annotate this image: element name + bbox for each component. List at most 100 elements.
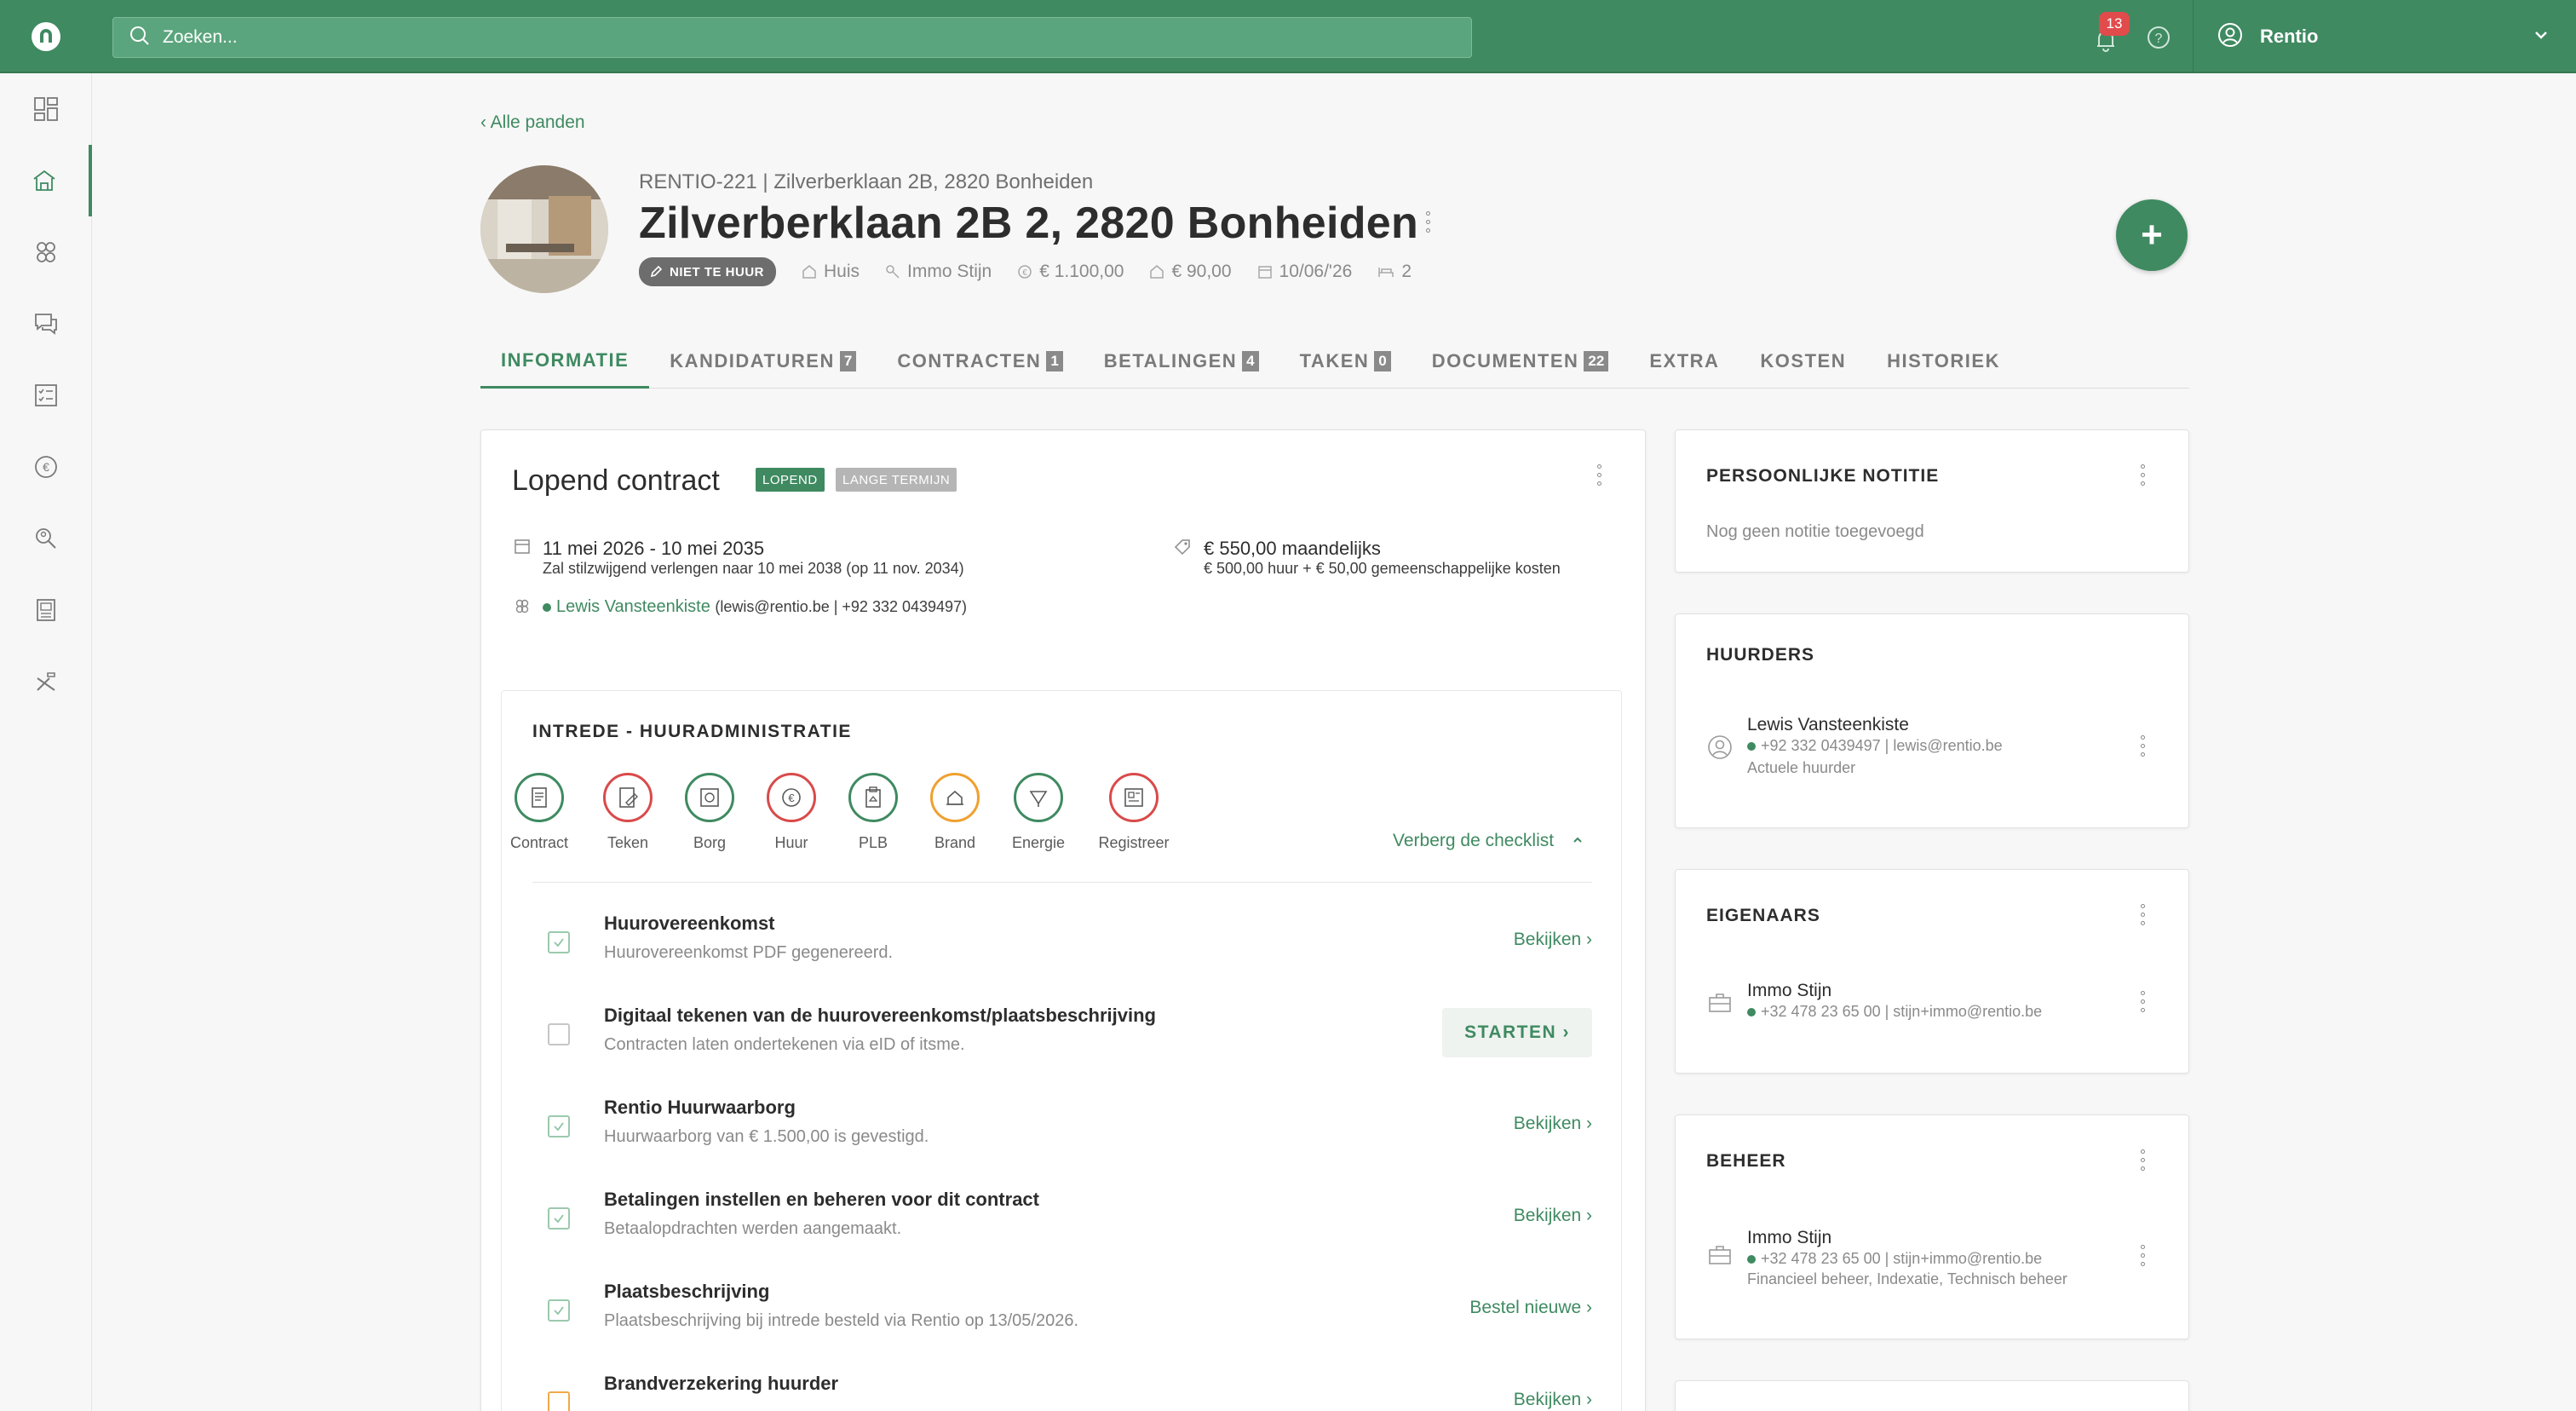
sidebar-item-dashboard[interactable] — [0, 73, 92, 145]
status-badge[interactable]: NIET TE HUUR — [639, 257, 776, 286]
tasks-icon — [35, 384, 57, 406]
notifications-count-badge[interactable]: 13 — [2099, 12, 2130, 36]
tenant-menu-icon[interactable] — [2139, 735, 2146, 757]
svg-text:€: € — [788, 792, 795, 804]
tenant-link[interactable]: Lewis Vansteenkiste — [556, 597, 710, 616]
step-borg[interactable]: Borg — [676, 773, 744, 852]
step-teken[interactable]: Teken — [594, 773, 662, 852]
top-bar: Zoeken... 13 ? Rentio — [0, 0, 2576, 73]
property-menu-icon[interactable] — [1424, 211, 1431, 233]
step-registreer[interactable]: Registreer — [1098, 773, 1170, 852]
checklist-item: Huurovereenkomst Huurovereenkomst PDF ge… — [532, 901, 1592, 993]
personal-note-card: PERSOONLIJKE NOTITIE Nog geen notitie to… — [1675, 429, 2189, 573]
contract-price-note: € 500,00 huur + € 50,00 gemeenschappelij… — [1204, 560, 1561, 577]
view-link[interactable]: Bekijken › — [1514, 1206, 1592, 1226]
search-users-icon — [36, 528, 56, 549]
calendar-icon — [1257, 266, 1272, 279]
sidebar: € — [0, 73, 92, 1411]
tab-historiek[interactable]: HISTORIEK — [1866, 334, 2021, 389]
checklist-title: INTREDE - HUURADMINISTRATIE — [532, 722, 852, 741]
energy-step-icon — [1014, 773, 1063, 822]
tab-kandidaturen[interactable]: KANDIDATUREN 7 — [649, 334, 877, 389]
note-title: PERSOONLIJKE NOTITIE — [1706, 466, 1940, 486]
management-menu-icon[interactable] — [2139, 1149, 2146, 1171]
tenant-name[interactable]: Lewis Vansteenkiste — [1747, 715, 1909, 735]
svg-text:€: € — [1022, 268, 1027, 278]
start-button[interactable]: STARTEN › — [1442, 1008, 1592, 1057]
chevron-down-icon — [2532, 26, 2550, 49]
sidebar-item-properties[interactable] — [0, 145, 92, 216]
chat-icon — [35, 314, 57, 335]
tab-betalingen[interactable]: BETALINGEN 4 — [1084, 334, 1279, 389]
view-link[interactable]: Bekijken › — [1514, 1390, 1592, 1410]
owners-menu-icon[interactable] — [2139, 904, 2146, 925]
checkbox-checked[interactable] — [548, 1207, 570, 1230]
step-energie[interactable]: Energie — [1004, 773, 1072, 852]
tab-taken[interactable]: TAKEN 0 — [1279, 334, 1412, 389]
step-huur[interactable]: € Huur — [757, 773, 825, 852]
contract-menu-icon[interactable] — [1596, 464, 1602, 486]
inspection-step-icon — [848, 773, 898, 822]
contract-period: 11 mei 2026 - 10 mei 2035 — [543, 538, 765, 559]
tab-extra[interactable]: EXTRA — [1629, 334, 1739, 389]
checkbox-checked[interactable] — [548, 931, 570, 953]
owner-menu-icon[interactable] — [2139, 991, 2146, 1012]
sidebar-item-messages[interactable] — [0, 288, 92, 360]
search-input[interactable]: Zoeken... — [112, 17, 1472, 58]
owner-name[interactable]: Immo Stijn — [1747, 981, 1831, 1001]
step-brand[interactable]: Brand — [921, 773, 989, 852]
contract-title: Lopend contract — [512, 464, 720, 497]
svg-text:?: ? — [2155, 32, 2163, 46]
back-to-properties-link[interactable]: ‹ Alle panden — [480, 112, 585, 133]
checkbox-checked[interactable] — [548, 1299, 570, 1322]
manager-name[interactable]: Immo Stijn — [1747, 1228, 1831, 1248]
tab-informatie[interactable]: INFORMATIE — [480, 334, 650, 389]
view-link[interactable]: Bekijken › — [1514, 1114, 1592, 1134]
tenants-card: HUURDERS Lewis Vansteenkiste +92 332 043… — [1675, 613, 2189, 828]
view-link[interactable]: Bekijken › — [1514, 930, 1592, 950]
additional-card — [1675, 1380, 2189, 1411]
note-menu-icon[interactable] — [2139, 464, 2146, 486]
search-icon — [129, 25, 151, 51]
sidebar-item-contacts[interactable] — [0, 216, 92, 288]
online-status-dot — [1747, 1008, 1756, 1017]
checkbox-warning[interactable] — [548, 1391, 570, 1411]
rentio-logo[interactable] — [0, 0, 92, 73]
hide-checklist-toggle[interactable]: Verberg de checklist — [1393, 831, 1584, 851]
contract-period-note: Zal stilzwijgend verlengen naar 10 mei 2… — [543, 560, 964, 577]
chevron-up-icon — [1573, 837, 1582, 843]
property-type: Huis — [802, 262, 860, 282]
contacts-icon — [37, 242, 55, 262]
user-name: Rentio — [2260, 26, 2319, 47]
home-costs-icon — [1150, 265, 1164, 279]
checklist-item: Betalingen instellen en beheren voor dit… — [532, 1177, 1592, 1269]
sidebar-item-search-candidates[interactable] — [0, 503, 92, 574]
property-subtitle: RENTIO-221 | Zilverberklaan 2B, 2820 Bon… — [639, 170, 1094, 193]
checkbox-unchecked[interactable] — [548, 1023, 570, 1045]
contract-term-tag: LANGE TERMIJN — [836, 468, 957, 492]
tab-count: 4 — [1242, 351, 1259, 371]
property-rooms: 2 — [1377, 262, 1412, 282]
add-button[interactable]: + — [2116, 199, 2188, 271]
step-contract[interactable]: Contract — [505, 773, 573, 852]
order-new-link[interactable]: Bestel nieuwe › — [1469, 1298, 1592, 1318]
user-menu[interactable]: Rentio — [2193, 0, 2576, 73]
online-status-dot — [1747, 742, 1756, 752]
sidebar-item-tools[interactable] — [0, 646, 92, 717]
briefcase-icon — [1706, 1241, 1734, 1269]
help-icon[interactable]: ? — [2145, 24, 2172, 51]
tab-kosten[interactable]: KOSTEN — [1739, 334, 1866, 389]
tab-contracten[interactable]: CONTRACTEN 1 — [877, 334, 1083, 389]
step-plb[interactable]: PLB — [839, 773, 907, 852]
tenants-title: HUURDERS — [1706, 645, 1815, 665]
checkbox-checked[interactable] — [548, 1115, 570, 1137]
house-icon — [802, 265, 816, 279]
sidebar-item-finance[interactable]: € — [0, 431, 92, 503]
tenant-contact: (lewis@rentio.be | +92 332 0439497) — [715, 598, 968, 615]
sidebar-item-tasks[interactable] — [0, 360, 92, 431]
manager-menu-icon[interactable] — [2139, 1245, 2146, 1266]
sidebar-item-documents[interactable] — [0, 574, 92, 646]
management-title: BEHEER — [1706, 1151, 1786, 1171]
checklist-card: INTREDE - HUURADMINISTRATIE Contract Tek… — [501, 690, 1622, 1411]
tab-documenten[interactable]: DOCUMENTEN 22 — [1412, 334, 1630, 389]
